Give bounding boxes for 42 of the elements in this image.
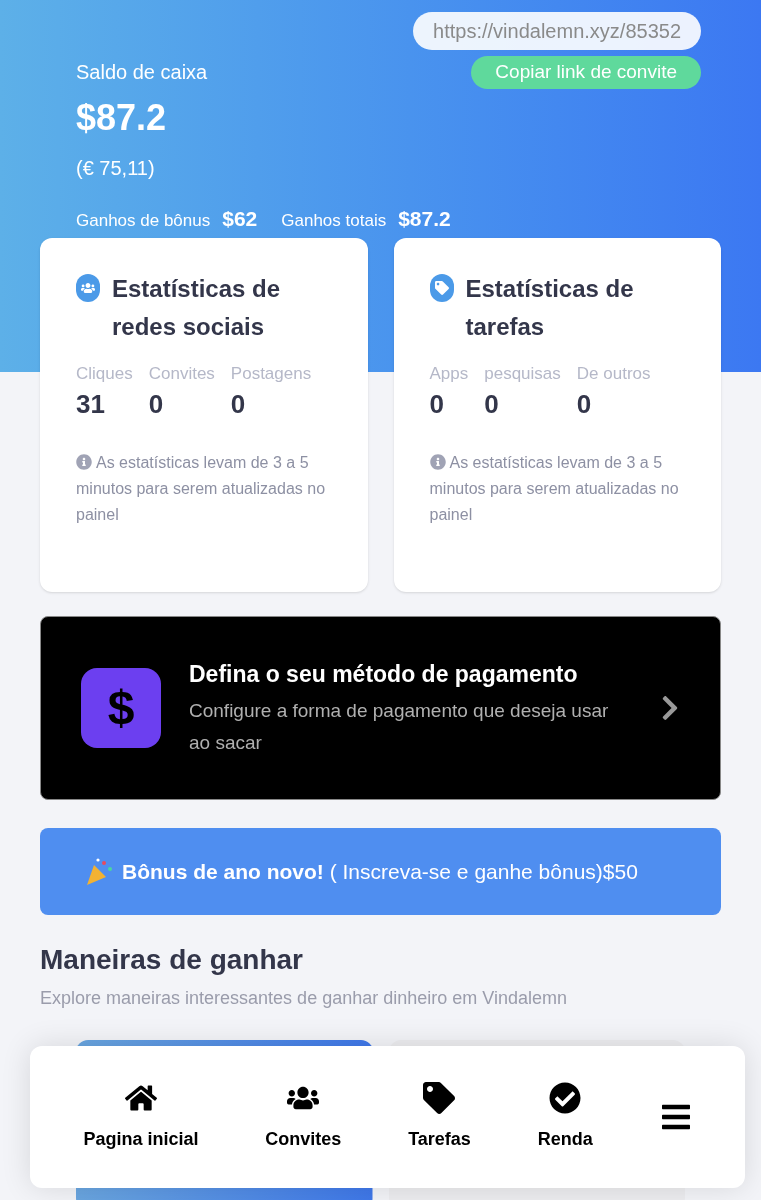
stat-label: Cliques xyxy=(76,363,133,385)
chevron-right-icon xyxy=(660,694,680,722)
bonus-value: $62 xyxy=(222,205,258,232)
balance-value: $87.2 xyxy=(76,95,168,140)
stat-value: 0 xyxy=(148,388,165,421)
info-icon xyxy=(429,453,446,470)
info-note: As estatísticas levam de 3 a 5 minutos para serem atualizadas no painel xyxy=(76,452,327,525)
section-title: Maneiras de ganhar xyxy=(40,943,304,977)
nav-item[interactable]: Pagina inicial xyxy=(83,1081,199,1153)
invite-url: https://vindalemn.xyz/85352 xyxy=(413,12,701,50)
stat-label: Convites xyxy=(148,363,215,385)
stat-value: 0 xyxy=(429,388,445,421)
balance-label: Saldo de caixa xyxy=(76,59,208,85)
info-icon xyxy=(76,453,92,470)
nav-item[interactable]: Convites xyxy=(265,1081,342,1153)
nav-item[interactable]: Tarefas xyxy=(408,1081,471,1153)
total-label: Ganhos totais xyxy=(281,209,387,232)
dollar-logo-icon: $ xyxy=(81,668,161,748)
tag-icon xyxy=(423,1081,456,1114)
stat-value: 0 xyxy=(484,388,500,421)
stat-label: Postagens xyxy=(230,363,311,385)
party-popper-icon xyxy=(84,856,114,887)
card-title: Estatísticas de redes sociais xyxy=(112,274,282,342)
balance-converted: (€ 75,11) xyxy=(76,155,156,181)
stat-label: pesquisas xyxy=(484,363,561,385)
users-icon xyxy=(76,274,100,302)
section-subtitle: Explore maneiras interessantes de ganhar dinheiro em Vindalemn xyxy=(40,987,568,1010)
payment-method-card[interactable]: $ Defina o seu método de pagamento Configure a forma de pagamento que deseja usar ao sacar xyxy=(40,616,721,800)
stat-label: Apps xyxy=(429,363,469,385)
bonus-label: Ganhos de bônus xyxy=(76,209,211,232)
stat-label: De outros xyxy=(576,363,651,385)
nav-item[interactable]: Renda xyxy=(537,1081,593,1153)
stat-value: 31 xyxy=(76,388,106,421)
bonus-banner-text: Bônus de ano novo! ( Inscreva-se e ganhe bônus)$50 xyxy=(122,858,638,885)
total-value: $87.2 xyxy=(398,205,451,232)
payment-title: Defina o seu método de pagamento xyxy=(189,659,579,689)
tag-icon xyxy=(429,274,454,302)
stat-value: 0 xyxy=(576,388,593,421)
info-note: As estatísticas levam de 3 a 5 minutos para serem atualizadas no painel xyxy=(429,452,680,525)
payment-subtitle: Configure a forma de pagamento que deseja usar ao sacar xyxy=(189,699,610,756)
card-title: Estatísticas de tarefas xyxy=(465,274,635,342)
stat-value: 0 xyxy=(230,388,247,421)
